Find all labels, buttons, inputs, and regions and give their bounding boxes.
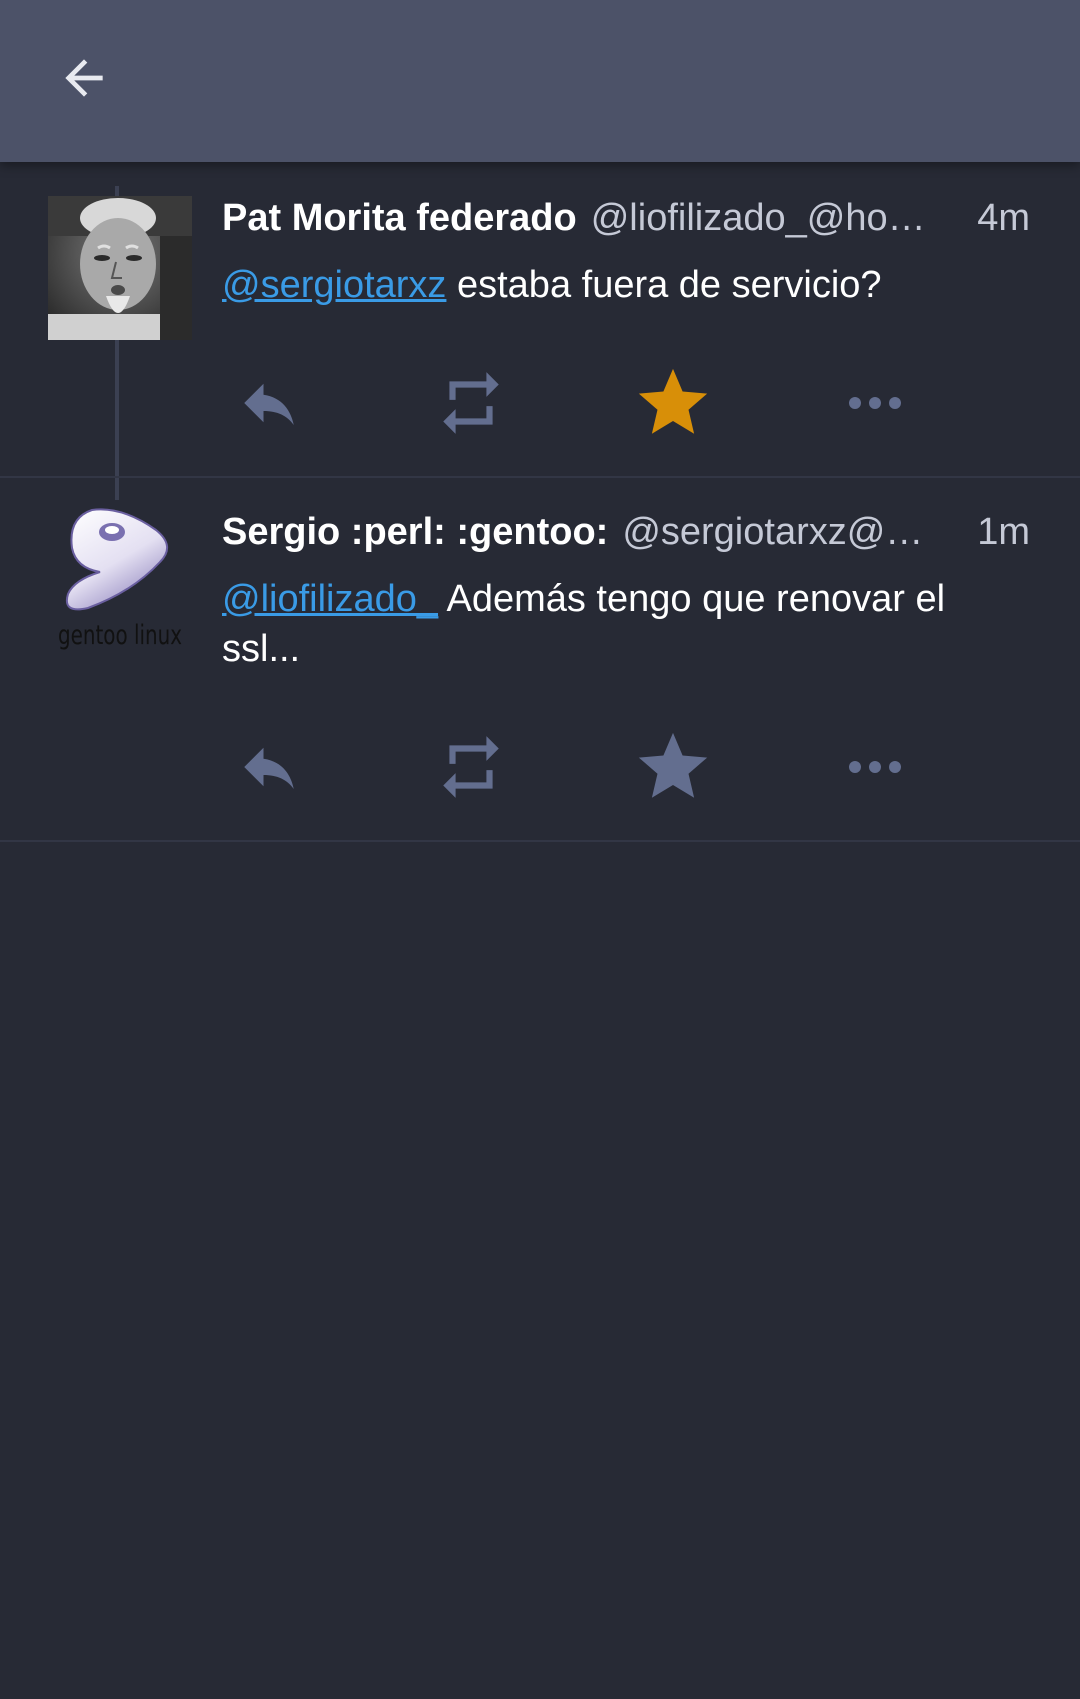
account-handle[interactable]: @liofilizado_@ho…: [591, 197, 963, 240]
star-icon: [638, 732, 708, 798]
status-item[interactable]: Pat Morita federado @liofilizado_@ho… 4m…: [0, 162, 1080, 478]
status-text: estaba fuera de servicio?: [446, 264, 882, 306]
more-button[interactable]: [830, 358, 920, 448]
boost-icon: [443, 736, 499, 798]
avatar-photo: [48, 196, 192, 340]
timestamp: 4m: [977, 196, 1030, 239]
app: Pat Morita federado @liofilizado_@ho… 4m…: [0, 0, 1080, 1699]
reply-icon: [244, 383, 294, 425]
timestamp: 1m: [977, 510, 1030, 553]
status-content: @liofilizado_ Además tengo que renovar e…: [222, 574, 1020, 674]
arrow-left-icon: [65, 59, 103, 97]
favourite-button[interactable]: [628, 722, 718, 812]
reply-button[interactable]: [224, 722, 314, 812]
reply-icon: [244, 747, 294, 789]
mention-link[interactable]: @sergiotarxz: [222, 264, 446, 306]
status-actions: [222, 358, 942, 448]
toolbar: [0, 0, 1080, 162]
more-icon: [849, 761, 901, 773]
status-item[interactable]: gentoo linux Sergio :perl: :gentoo: @ser…: [0, 478, 1080, 842]
favourite-button[interactable]: [628, 358, 718, 448]
star-icon: [638, 368, 708, 434]
status-header: Pat Morita federado @liofilizado_@ho… 4m: [222, 188, 1030, 248]
boost-button[interactable]: [426, 722, 516, 812]
gentoo-logo: gentoo linux: [58, 508, 182, 651]
avatar[interactable]: gentoo linux: [48, 508, 192, 652]
display-name[interactable]: Pat Morita federado: [222, 197, 577, 240]
mention-link[interactable]: @liofilizado_: [222, 578, 438, 620]
more-icon: [849, 397, 901, 409]
avatar[interactable]: [48, 196, 192, 340]
reply-button[interactable]: [224, 358, 314, 448]
back-button[interactable]: [44, 38, 124, 118]
boost-icon: [443, 372, 499, 434]
account-handle[interactable]: @sergiotarxz@…: [622, 511, 963, 554]
boost-button[interactable]: [426, 358, 516, 448]
status-actions: [222, 722, 942, 812]
status-content: @sergiotarxz estaba fuera de servicio?: [222, 260, 1020, 310]
more-button[interactable]: [830, 722, 920, 812]
display-name[interactable]: Sergio :perl: :gentoo:: [222, 511, 608, 554]
avatar-text: gentoo linux: [58, 620, 182, 651]
status-header: Sergio :perl: :gentoo: @sergiotarxz@… 1m: [222, 502, 1030, 562]
